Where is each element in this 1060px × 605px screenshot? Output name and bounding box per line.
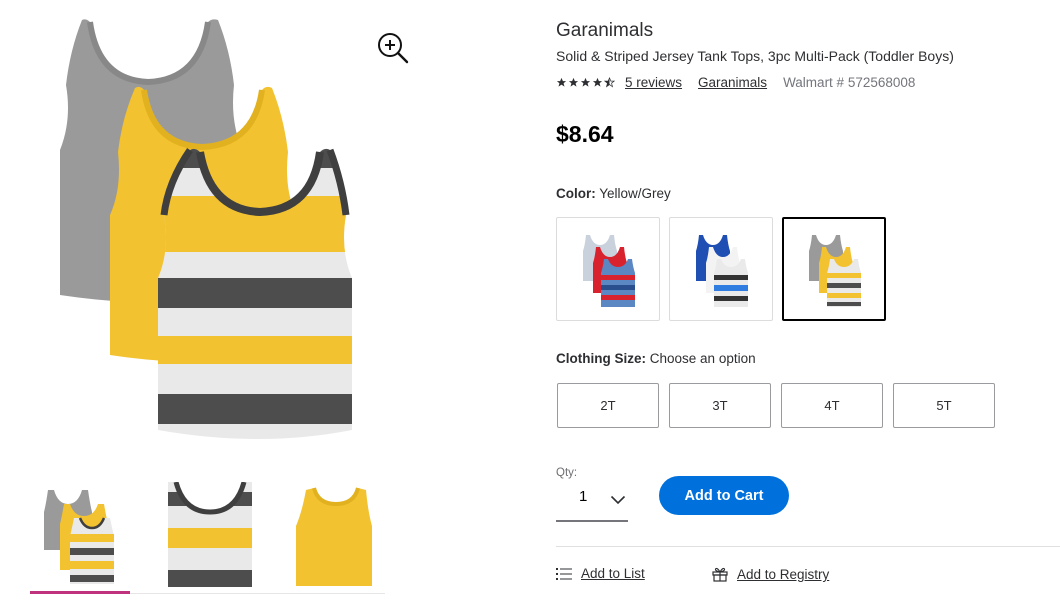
product-brand-title: Garanimals: [556, 20, 654, 41]
chevron-down-icon: [610, 492, 626, 510]
list-icon: [556, 567, 572, 581]
item-number: Walmart # 572568008: [783, 74, 916, 90]
section-divider: [556, 546, 1060, 547]
thumbnail-divider: [130, 593, 385, 594]
thumbnail-stripe-detail[interactable]: [160, 481, 260, 592]
color-swatch-blue-white[interactable]: [669, 217, 773, 321]
selected-color-value: Yellow/Grey: [599, 186, 671, 201]
size-option-5t[interactable]: 5T: [893, 383, 995, 428]
size-options: 2T 3T 4T 5T: [557, 383, 995, 428]
star-icon: [556, 77, 567, 87]
color-label-title: Color:: [556, 186, 596, 201]
thumbnail-yellow-tank[interactable]: [292, 482, 392, 592]
size-label: Clothing Size: Choose an option: [556, 351, 756, 366]
add-to-list-button[interactable]: Add to List: [556, 566, 645, 581]
half-star-icon: [604, 76, 615, 87]
quantity-label: Qty:: [556, 467, 578, 479]
active-thumbnail-indicator: [30, 591, 130, 594]
product-name: Solid & Striped Jersey Tank Tops, 3pc Mu…: [556, 48, 954, 64]
size-option-4t[interactable]: 4T: [781, 383, 883, 428]
size-option-2t[interactable]: 2T: [557, 383, 659, 428]
product-meta-row: 5 reviews Garanimals Walmart # 572568008: [556, 73, 915, 91]
color-swatch-yellow-grey[interactable]: [782, 217, 886, 321]
reviews-link[interactable]: 5 reviews: [625, 75, 682, 90]
quantity-select[interactable]: 1: [556, 482, 628, 522]
product-price: $8.64: [556, 121, 614, 147]
zoom-in-icon[interactable]: [375, 30, 411, 66]
star-icon: [580, 77, 591, 87]
size-option-3t[interactable]: 3T: [669, 383, 771, 428]
size-label-title: Clothing Size:: [556, 351, 646, 366]
thumbnail-multipack[interactable]: [30, 482, 130, 592]
size-prompt: Choose an option: [649, 351, 756, 366]
quantity-value: 1: [579, 488, 588, 505]
star-icon: [568, 77, 579, 87]
add-to-registry-button[interactable]: Add to Registry: [712, 567, 829, 582]
color-label: Color: Yellow/Grey: [556, 186, 671, 201]
color-swatch-red-grey-blue[interactable]: [556, 217, 660, 321]
star-icon: [592, 77, 603, 87]
star-rating: [556, 76, 615, 88]
image-thumbnails: [30, 481, 385, 597]
color-swatches: [556, 217, 886, 321]
add-to-cart-button[interactable]: Add to Cart: [659, 476, 789, 515]
main-product-image[interactable]: [30, 10, 420, 465]
brand-link[interactable]: Garanimals: [698, 75, 767, 90]
add-to-registry-label[interactable]: Add to Registry: [737, 567, 829, 582]
gift-icon: [712, 567, 728, 582]
add-to-list-label[interactable]: Add to List: [581, 566, 645, 581]
